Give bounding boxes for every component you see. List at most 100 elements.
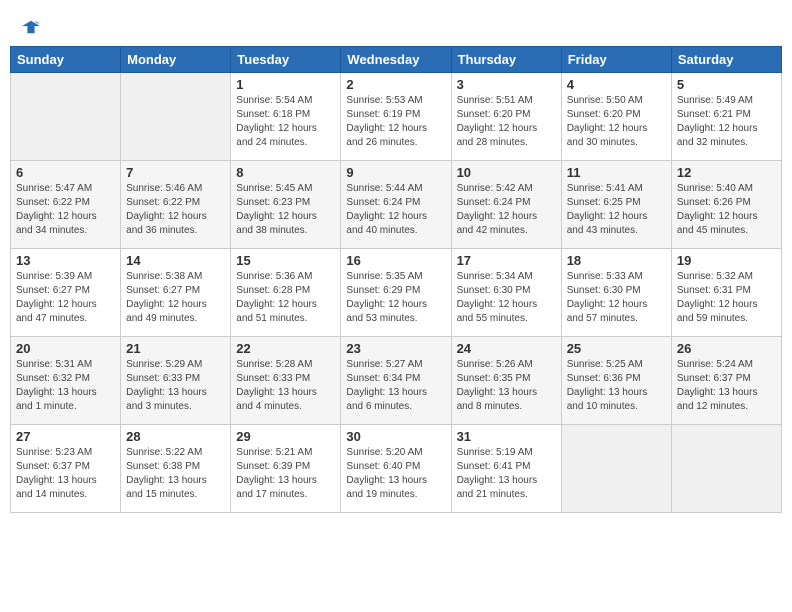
calendar-cell bbox=[671, 425, 781, 513]
calendar-cell: 5 Sunrise: 5:49 AM Sunset: 6:21 PM Daylig… bbox=[671, 73, 781, 161]
page-header bbox=[10, 10, 782, 40]
calendar-cell: 1 Sunrise: 5:54 AM Sunset: 6:18 PM Daylig… bbox=[231, 73, 341, 161]
day-info: Sunrise: 5:54 AM Sunset: 6:18 PM Dayligh… bbox=[236, 94, 335, 150]
calendar-cell: 2Sunrise: 5:53 AM Sunset: 6:19 PM Daylig… bbox=[341, 73, 451, 161]
calendar-cell: 4Sunrise: 5:50 AM Sunset: 6:20 PM Daylig… bbox=[561, 73, 671, 161]
day-number: 28 bbox=[126, 429, 225, 444]
calendar-cell: 17 Sunrise: 5:34 AM Sunset: 6:30 PM Dayli… bbox=[451, 249, 561, 337]
calendar-cell: 15 Sunrise: 5:36 AM Sunset: 6:28 PM Dayli… bbox=[231, 249, 341, 337]
day-number: 31 bbox=[457, 429, 556, 444]
calendar-cell: 21 Sunrise: 5:29 AM Sunset: 6:33 PM Dayli… bbox=[121, 337, 231, 425]
calendar-cell: 24Sunrise: 5:26 AM Sunset: 6:35 PM Dayli… bbox=[451, 337, 561, 425]
day-number: 26 bbox=[677, 341, 776, 356]
calendar-cell: 29 Sunrise: 5:21 AM Sunset: 6:39 PM Dayli… bbox=[231, 425, 341, 513]
calendar-cell: 20 Sunrise: 5:31 AM Sunset: 6:32 PM Dayli… bbox=[11, 337, 121, 425]
calendar-cell: 8 Sunrise: 5:45 AM Sunset: 6:23 PM Daylig… bbox=[231, 161, 341, 249]
logo bbox=[20, 18, 40, 36]
day-number: 3 bbox=[457, 77, 556, 92]
calendar-cell: 3 Sunrise: 5:51 AM Sunset: 6:20 PM Daylig… bbox=[451, 73, 561, 161]
calendar-cell: 28Sunrise: 5:22 AM Sunset: 6:38 PM Dayli… bbox=[121, 425, 231, 513]
day-info: Sunrise: 5:33 AM Sunset: 6:30 PM Dayligh… bbox=[567, 270, 666, 326]
day-info: Sunrise: 5:20 AM Sunset: 6:40 PM Dayligh… bbox=[346, 446, 445, 502]
calendar-cell: 18 Sunrise: 5:33 AM Sunset: 6:30 PM Dayli… bbox=[561, 249, 671, 337]
calendar-cell: 19 Sunrise: 5:32 AM Sunset: 6:31 PM Dayli… bbox=[671, 249, 781, 337]
calendar-week-row: 27Sunrise: 5:23 AM Sunset: 6:37 PM Dayli… bbox=[11, 425, 782, 513]
day-number: 20 bbox=[16, 341, 115, 356]
calendar-cell: 13 Sunrise: 5:39 AM Sunset: 6:27 PM Dayli… bbox=[11, 249, 121, 337]
day-info: Sunrise: 5:19 AM Sunset: 6:41 PM Dayligh… bbox=[457, 446, 556, 502]
calendar-cell: 22Sunrise: 5:28 AM Sunset: 6:33 PM Dayli… bbox=[231, 337, 341, 425]
calendar-cell: 16 Sunrise: 5:35 AM Sunset: 6:29 PM Dayli… bbox=[341, 249, 451, 337]
day-info: Sunrise: 5:29 AM Sunset: 6:33 PM Dayligh… bbox=[126, 358, 225, 414]
calendar-cell: 25 Sunrise: 5:25 AM Sunset: 6:36 PM Dayli… bbox=[561, 337, 671, 425]
calendar-cell: 30 Sunrise: 5:20 AM Sunset: 6:40 PM Dayli… bbox=[341, 425, 451, 513]
logo-bird-icon bbox=[22, 18, 40, 36]
day-of-week-header: Saturday bbox=[671, 47, 781, 73]
day-info: Sunrise: 5:27 AM Sunset: 6:34 PM Dayligh… bbox=[346, 358, 445, 414]
calendar-cell: 23 Sunrise: 5:27 AM Sunset: 6:34 PM Dayli… bbox=[341, 337, 451, 425]
day-info: Sunrise: 5:40 AM Sunset: 6:26 PM Dayligh… bbox=[677, 182, 776, 238]
calendar-cell: 10 Sunrise: 5:42 AM Sunset: 6:24 PM Dayli… bbox=[451, 161, 561, 249]
calendar-header-row: SundayMondayTuesdayWednesdayThursdayFrid… bbox=[11, 47, 782, 73]
day-info: Sunrise: 5:39 AM Sunset: 6:27 PM Dayligh… bbox=[16, 270, 115, 326]
day-info: Sunrise: 5:35 AM Sunset: 6:29 PM Dayligh… bbox=[346, 270, 445, 326]
day-info: Sunrise: 5:28 AM Sunset: 6:33 PM Dayligh… bbox=[236, 358, 335, 414]
day-of-week-header: Wednesday bbox=[341, 47, 451, 73]
day-of-week-header: Sunday bbox=[11, 47, 121, 73]
day-number: 4 bbox=[567, 77, 666, 92]
day-number: 9 bbox=[346, 165, 445, 180]
day-number: 23 bbox=[346, 341, 445, 356]
day-number: 10 bbox=[457, 165, 556, 180]
day-info: Sunrise: 5:49 AM Sunset: 6:21 PM Dayligh… bbox=[677, 94, 776, 150]
day-number: 18 bbox=[567, 253, 666, 268]
day-info: Sunrise: 5:47 AM Sunset: 6:22 PM Dayligh… bbox=[16, 182, 115, 238]
day-number: 1 bbox=[236, 77, 335, 92]
calendar-cell: 31 Sunrise: 5:19 AM Sunset: 6:41 PM Dayli… bbox=[451, 425, 561, 513]
day-info: Sunrise: 5:36 AM Sunset: 6:28 PM Dayligh… bbox=[236, 270, 335, 326]
calendar-cell: 9 Sunrise: 5:44 AM Sunset: 6:24 PM Daylig… bbox=[341, 161, 451, 249]
calendar-cell: 27Sunrise: 5:23 AM Sunset: 6:37 PM Dayli… bbox=[11, 425, 121, 513]
day-number: 7 bbox=[126, 165, 225, 180]
day-number: 30 bbox=[346, 429, 445, 444]
day-info: Sunrise: 5:23 AM Sunset: 6:37 PM Dayligh… bbox=[16, 446, 115, 502]
day-number: 14 bbox=[126, 253, 225, 268]
day-info: Sunrise: 5:21 AM Sunset: 6:39 PM Dayligh… bbox=[236, 446, 335, 502]
day-number: 17 bbox=[457, 253, 556, 268]
calendar-cell: 14 Sunrise: 5:38 AM Sunset: 6:27 PM Dayli… bbox=[121, 249, 231, 337]
day-info: Sunrise: 5:31 AM Sunset: 6:32 PM Dayligh… bbox=[16, 358, 115, 414]
calendar-cell: 11Sunrise: 5:41 AM Sunset: 6:25 PM Dayli… bbox=[561, 161, 671, 249]
calendar-week-row: 13 Sunrise: 5:39 AM Sunset: 6:27 PM Dayli… bbox=[11, 249, 782, 337]
day-number: 25 bbox=[567, 341, 666, 356]
day-info: Sunrise: 5:45 AM Sunset: 6:23 PM Dayligh… bbox=[236, 182, 335, 238]
day-info: Sunrise: 5:41 AM Sunset: 6:25 PM Dayligh… bbox=[567, 182, 666, 238]
day-info: Sunrise: 5:51 AM Sunset: 6:20 PM Dayligh… bbox=[457, 94, 556, 150]
calendar-cell bbox=[11, 73, 121, 161]
day-number: 5 bbox=[677, 77, 776, 92]
day-info: Sunrise: 5:32 AM Sunset: 6:31 PM Dayligh… bbox=[677, 270, 776, 326]
day-info: Sunrise: 5:25 AM Sunset: 6:36 PM Dayligh… bbox=[567, 358, 666, 414]
calendar-cell: 6 Sunrise: 5:47 AM Sunset: 6:22 PM Daylig… bbox=[11, 161, 121, 249]
day-of-week-header: Monday bbox=[121, 47, 231, 73]
day-info: Sunrise: 5:24 AM Sunset: 6:37 PM Dayligh… bbox=[677, 358, 776, 414]
day-info: Sunrise: 5:38 AM Sunset: 6:27 PM Dayligh… bbox=[126, 270, 225, 326]
day-info: Sunrise: 5:44 AM Sunset: 6:24 PM Dayligh… bbox=[346, 182, 445, 238]
day-number: 19 bbox=[677, 253, 776, 268]
calendar-week-row: 20 Sunrise: 5:31 AM Sunset: 6:32 PM Dayli… bbox=[11, 337, 782, 425]
calendar-cell: 26 Sunrise: 5:24 AM Sunset: 6:37 PM Dayli… bbox=[671, 337, 781, 425]
day-number: 13 bbox=[16, 253, 115, 268]
day-info: Sunrise: 5:42 AM Sunset: 6:24 PM Dayligh… bbox=[457, 182, 556, 238]
day-number: 24 bbox=[457, 341, 556, 356]
calendar-cell bbox=[561, 425, 671, 513]
day-number: 8 bbox=[236, 165, 335, 180]
calendar-cell: 12Sunrise: 5:40 AM Sunset: 6:26 PM Dayli… bbox=[671, 161, 781, 249]
calendar-week-row: 6 Sunrise: 5:47 AM Sunset: 6:22 PM Daylig… bbox=[11, 161, 782, 249]
day-number: 15 bbox=[236, 253, 335, 268]
calendar-cell bbox=[121, 73, 231, 161]
day-number: 29 bbox=[236, 429, 335, 444]
day-number: 6 bbox=[16, 165, 115, 180]
calendar-week-row: 1 Sunrise: 5:54 AM Sunset: 6:18 PM Daylig… bbox=[11, 73, 782, 161]
day-number: 16 bbox=[346, 253, 445, 268]
day-info: Sunrise: 5:34 AM Sunset: 6:30 PM Dayligh… bbox=[457, 270, 556, 326]
calendar-table: SundayMondayTuesdayWednesdayThursdayFrid… bbox=[10, 46, 782, 513]
day-number: 21 bbox=[126, 341, 225, 356]
